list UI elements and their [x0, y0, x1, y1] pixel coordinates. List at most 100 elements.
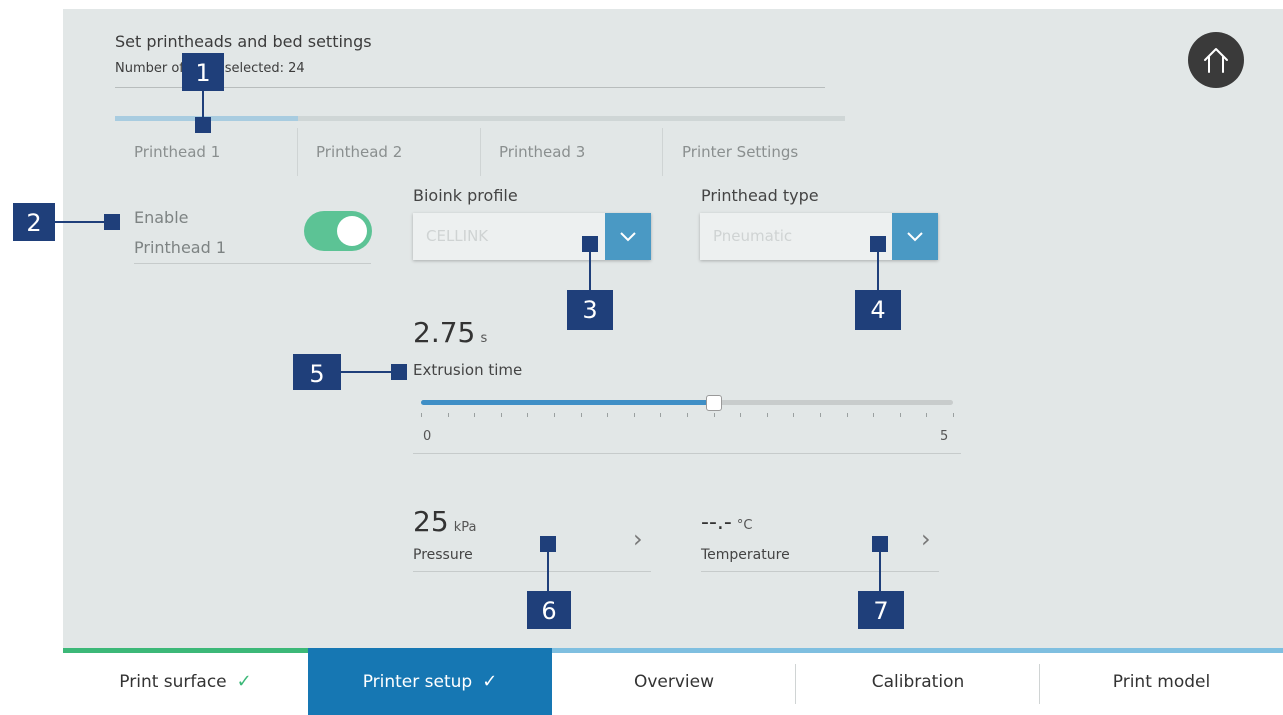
nav-print-surface-label: Print surface — [119, 671, 227, 692]
slider-tick — [953, 413, 954, 417]
callout-marker-2: 2 — [13, 203, 55, 241]
extrusion-time-value: 2.75 — [413, 316, 476, 349]
slider-tick — [554, 413, 555, 417]
printhead-type-select[interactable]: Pneumatic — [700, 213, 938, 260]
slider-tick — [926, 413, 928, 417]
slider-tick — [793, 413, 795, 417]
slider-tick — [820, 413, 821, 417]
extrusion-slider-thumb[interactable] — [705, 395, 722, 411]
home-icon — [1204, 48, 1228, 73]
slider-tick — [873, 413, 875, 417]
tab-printhead-2[interactable]: Printhead 2 — [316, 143, 402, 165]
extrusion-slider-fill — [421, 400, 714, 405]
callout-marker-5: 5 — [293, 354, 341, 390]
tab-divider — [297, 128, 298, 176]
printhead-type-value: Pneumatic — [713, 227, 793, 245]
enable-divider — [134, 263, 371, 264]
pressure-unit: kPa — [453, 520, 477, 535]
slider-tick — [766, 413, 768, 417]
check-icon: ✓ — [236, 671, 252, 692]
slider-tick — [713, 413, 715, 417]
pressure-label: Pressure — [413, 547, 473, 563]
slider-tick — [846, 413, 848, 417]
bioink-profile-label: Bioink profile — [413, 186, 518, 205]
callout-line-5 — [341, 371, 393, 373]
enable-label-line1: Enable — [134, 208, 189, 227]
enable-label-line2: Printhead 1 — [134, 238, 227, 257]
toggle-knob — [337, 216, 367, 246]
home-button[interactable] — [1188, 32, 1244, 88]
enable-printhead-toggle[interactable] — [304, 211, 372, 251]
callout-line-1 — [202, 91, 204, 118]
callout-dot-3 — [582, 236, 598, 252]
printhead-type-label: Printhead type — [701, 186, 819, 205]
slider-divider — [413, 453, 961, 454]
slider-tick — [899, 413, 901, 417]
tab-printer-settings[interactable]: Printer Settings — [682, 143, 798, 165]
tab-divider — [662, 128, 663, 176]
callout-line-6 — [547, 552, 549, 592]
callout-marker-7: 7 — [858, 591, 904, 629]
callout-marker-4: 4 — [855, 290, 901, 330]
check-icon: ✓ — [482, 671, 498, 692]
callout-dot-5 — [391, 364, 407, 380]
extrusion-value-group: 2.75 s — [413, 316, 487, 349]
bioink-profile-value: CELLINK — [426, 227, 489, 245]
printhead-type-dropdown-button[interactable] — [892, 213, 938, 260]
bottom-nav: Print surface ✓ Printer setup ✓ Overview… — [63, 648, 1283, 715]
slider-tick — [527, 413, 529, 417]
callout-line-7 — [879, 552, 881, 592]
nav-calibration[interactable]: Calibration — [796, 648, 1040, 715]
slider-tick — [500, 413, 502, 417]
temperature-divider — [701, 571, 939, 572]
temperature-unit: °C — [736, 518, 753, 533]
slider-tick — [474, 413, 476, 417]
callout-marker-3: 3 — [567, 290, 613, 330]
extrusion-time-label: Extrusion time — [413, 361, 523, 379]
tab-divider — [480, 128, 481, 176]
slider-tick — [580, 413, 582, 417]
page-title: Set printheads and bed settings — [115, 32, 372, 51]
temperature-value: --.- — [701, 510, 732, 535]
pressure-value: 25 — [413, 505, 449, 538]
callout-dot-4 — [870, 236, 886, 252]
chevron-down-icon — [620, 231, 636, 241]
callout-marker-6: 6 — [527, 591, 571, 629]
slider-min-label: 0 — [423, 429, 432, 444]
temperature-row[interactable]: --.- °C Temperature › — [701, 505, 939, 571]
slider-max-label: 5 — [940, 429, 949, 444]
chevron-right-icon[interactable]: › — [921, 525, 931, 553]
callout-dot-1 — [195, 117, 211, 133]
settings-panel — [63, 9, 1283, 648]
callout-line-2 — [55, 221, 105, 223]
callout-dot-2 — [104, 214, 120, 230]
extrusion-time-unit: s — [480, 331, 488, 346]
slider-tick — [740, 413, 742, 417]
enable-printhead-label: Enable Printhead 1 — [134, 203, 226, 263]
pressure-row[interactable]: 25 kPa Pressure › — [413, 505, 651, 571]
nav-printer-setup-label: Printer setup — [362, 671, 473, 692]
slider-tick — [447, 413, 449, 417]
slider-tick — [633, 413, 635, 417]
slider-tick — [687, 413, 688, 417]
callout-dot-7 — [872, 536, 888, 552]
nav-print-surface[interactable]: Print surface ✓ — [63, 648, 308, 715]
callout-line-3 — [589, 252, 591, 291]
nav-printer-setup[interactable]: Printer setup ✓ — [308, 648, 552, 715]
slider-tick — [607, 413, 609, 417]
bioink-profile-select[interactable]: CELLINK — [413, 213, 651, 260]
temperature-label: Temperature — [701, 547, 790, 563]
slider-tick — [660, 413, 662, 417]
chevron-down-icon — [907, 231, 923, 241]
nav-print-model[interactable]: Print model — [1040, 648, 1283, 715]
tab-printhead-3[interactable]: Printhead 3 — [499, 143, 585, 165]
tab-printhead-1[interactable]: Printhead 1 — [134, 143, 220, 165]
pressure-divider — [413, 571, 651, 572]
callout-dot-6 — [540, 536, 556, 552]
nav-overview[interactable]: Overview — [552, 648, 796, 715]
chevron-right-icon[interactable]: › — [633, 525, 643, 553]
slider-tick — [421, 413, 422, 417]
callout-marker-1: 1 — [182, 53, 224, 91]
callout-line-4 — [877, 252, 879, 291]
bioink-dropdown-button[interactable] — [605, 213, 651, 260]
